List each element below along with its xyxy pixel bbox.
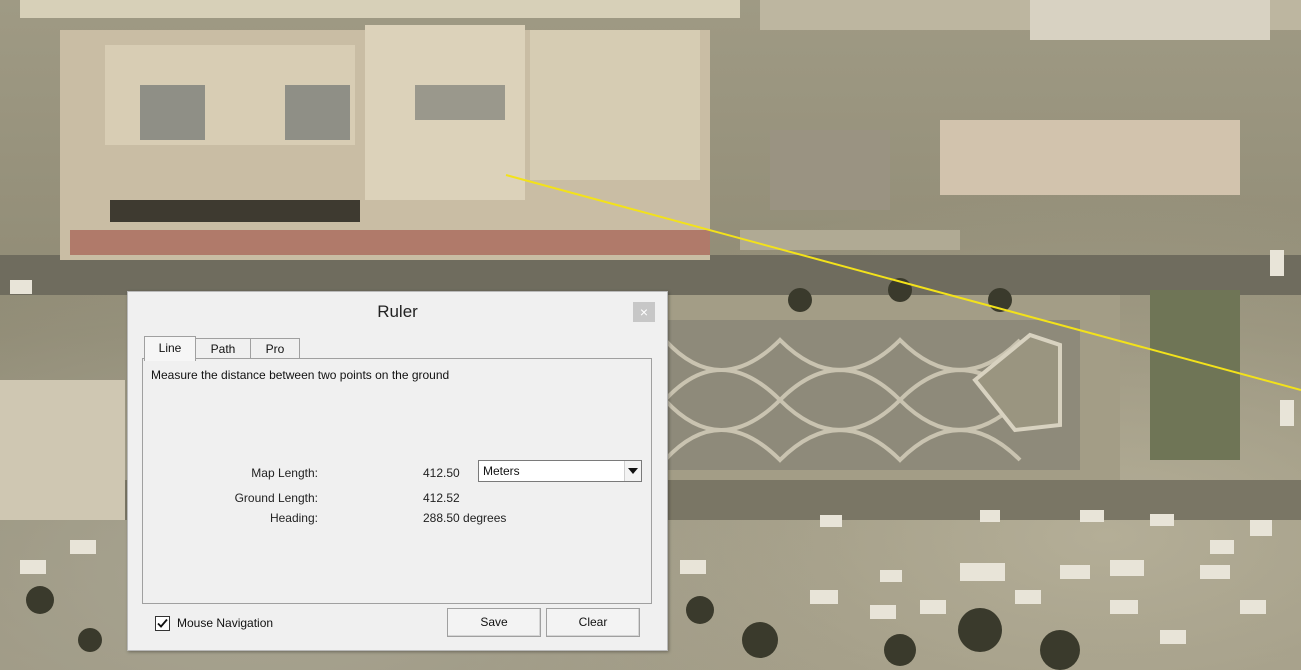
chevron-down-icon: [628, 468, 638, 474]
checkmark-icon: [157, 618, 168, 628]
ground-length-label: Ground Length:: [234, 491, 318, 505]
dropdown-arrow[interactable]: [624, 461, 641, 481]
road: [0, 255, 1301, 295]
dialog-title: Ruler: [377, 302, 418, 321]
map-length-value: 412.50: [423, 466, 460, 480]
save-button[interactable]: Save: [447, 608, 541, 637]
building-roof: [530, 30, 700, 180]
clear-button[interactable]: Clear: [546, 608, 640, 637]
building: [1030, 0, 1270, 40]
garden: [1150, 290, 1240, 460]
building: [940, 120, 1240, 195]
mouse-navigation-label[interactable]: Mouse Navigation: [177, 616, 273, 630]
tab-panel-line: Measure the distance between two points …: [142, 358, 652, 604]
mouse-navigation-checkbox[interactable]: [155, 616, 170, 631]
description-text: Measure the distance between two points …: [151, 368, 450, 382]
close-icon: ×: [639, 304, 649, 320]
building-roof: [285, 85, 350, 140]
units-selected: Meters: [483, 464, 520, 478]
title-bar[interactable]: Ruler ×: [128, 292, 667, 330]
building: [0, 380, 125, 520]
ground-length-value: 412.52: [423, 491, 460, 505]
tab-pro[interactable]: Pro: [250, 338, 300, 359]
building-shadow: [110, 200, 360, 222]
map-length-label: Map Length:: [251, 466, 318, 480]
heading-value: 288.50 degrees: [423, 511, 507, 525]
tab-path[interactable]: Path: [195, 338, 251, 359]
building-roof: [415, 85, 505, 120]
heading-label: Heading:: [269, 511, 318, 525]
building-roof: [140, 85, 205, 140]
tab-line[interactable]: Line: [144, 336, 196, 361]
units-dropdown[interactable]: Meters: [478, 460, 642, 482]
ruler-dialog: Ruler × Line Path Pro Measure the distan…: [127, 291, 668, 651]
building: [20, 0, 740, 18]
close-button[interactable]: ×: [633, 302, 655, 322]
building: [770, 130, 890, 210]
building-awning: [70, 230, 710, 255]
